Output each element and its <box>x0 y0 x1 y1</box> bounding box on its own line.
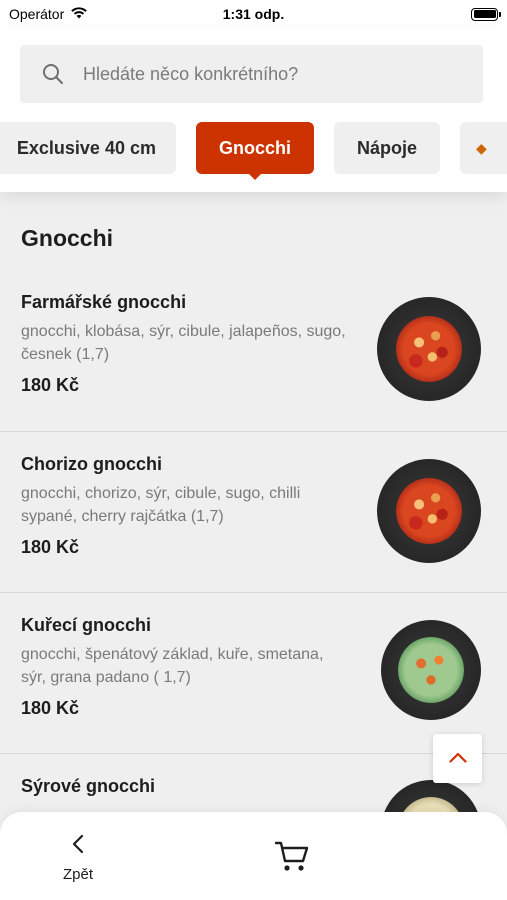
item-price: 180 Kč <box>21 375 80 395</box>
category-tabs: Exclusive 40 cm Gnocchi Nápoje ◆ <box>0 122 507 174</box>
section-title: Gnocchi <box>21 225 114 251</box>
back-button[interactable]: Zpět <box>52 834 104 883</box>
category-emoji-icon: ◆ <box>476 140 487 156</box>
battery-icon <box>471 7 501 21</box>
item-name: Chorizo gnocchi <box>21 454 162 474</box>
item-name: Kuřecí gnocchi <box>21 615 152 635</box>
header: Hledáte něco konkrétního? Exclusive 40 c… <box>0 28 507 192</box>
bottom-bar: Zpět <box>0 812 507 900</box>
item-price: 180 Kč <box>21 698 80 718</box>
back-label: Zpět <box>62 866 93 883</box>
item-name: Sýrové gnocchi <box>21 776 156 796</box>
item-price: 180 Kč <box>21 537 80 557</box>
menu-item[interactable]: Farmářské gnocchi gnocchi, klobása, sýr,… <box>0 271 507 432</box>
menu-item[interactable]: Chorizo gnocchi gnocchi, chorizo, sýr, c… <box>0 432 507 593</box>
menu-list[interactable]: Gnocchi Farmářské gnocchi gnocchi, klobá… <box>0 192 507 812</box>
menu-item[interactable]: Kuřecí gnocchi gnocchi, špenátový základ… <box>0 593 507 754</box>
item-image <box>381 780 481 812</box>
cart-button[interactable] <box>274 839 310 878</box>
tab-label: Nápoje <box>356 137 417 158</box>
item-name: Farmářské gnocchi <box>21 292 187 312</box>
tab-gnocchi[interactable]: Gnocchi <box>196 122 314 174</box>
item-description: gnocchi, chorizo, sýr, cibule, sugo, chi… <box>21 485 301 525</box>
tab-label: Exclusive 40 cm <box>16 137 156 158</box>
item-description: gnocchi, klobása, sýr, cibule, jalapeños… <box>21 323 346 363</box>
item-image <box>377 297 481 401</box>
item-image <box>377 459 481 563</box>
scroll-to-top-button[interactable] <box>433 734 482 783</box>
search-placeholder: Hledáte něco konkrétního? <box>83 63 299 84</box>
status-bar: Operátor 1:31 odp. <box>0 0 507 28</box>
tab-napoje[interactable]: Nápoje <box>334 122 440 174</box>
item-image <box>381 620 481 720</box>
selected-tab-pointer <box>248 173 262 180</box>
chevron-left-icon <box>72 834 84 859</box>
chevron-up-icon <box>448 750 467 768</box>
tab-exclusive-40-cm[interactable]: Exclusive 40 cm <box>0 122 176 174</box>
carrier-label: Operátor <box>9 6 65 22</box>
wifi-icon <box>70 6 88 22</box>
tab-next-category[interactable]: ◆ <box>460 122 507 174</box>
search-icon <box>42 63 64 85</box>
item-description: gnocchi, špenátový základ, kuře, smetana… <box>21 646 324 686</box>
tab-label: Gnocchi <box>218 137 291 158</box>
menu-item[interactable]: Sýrové gnocchi <box>0 754 507 812</box>
cart-icon <box>274 841 310 877</box>
search-input[interactable]: Hledáte něco konkrétního? <box>20 45 483 103</box>
carrier-group: Operátor <box>9 6 88 22</box>
